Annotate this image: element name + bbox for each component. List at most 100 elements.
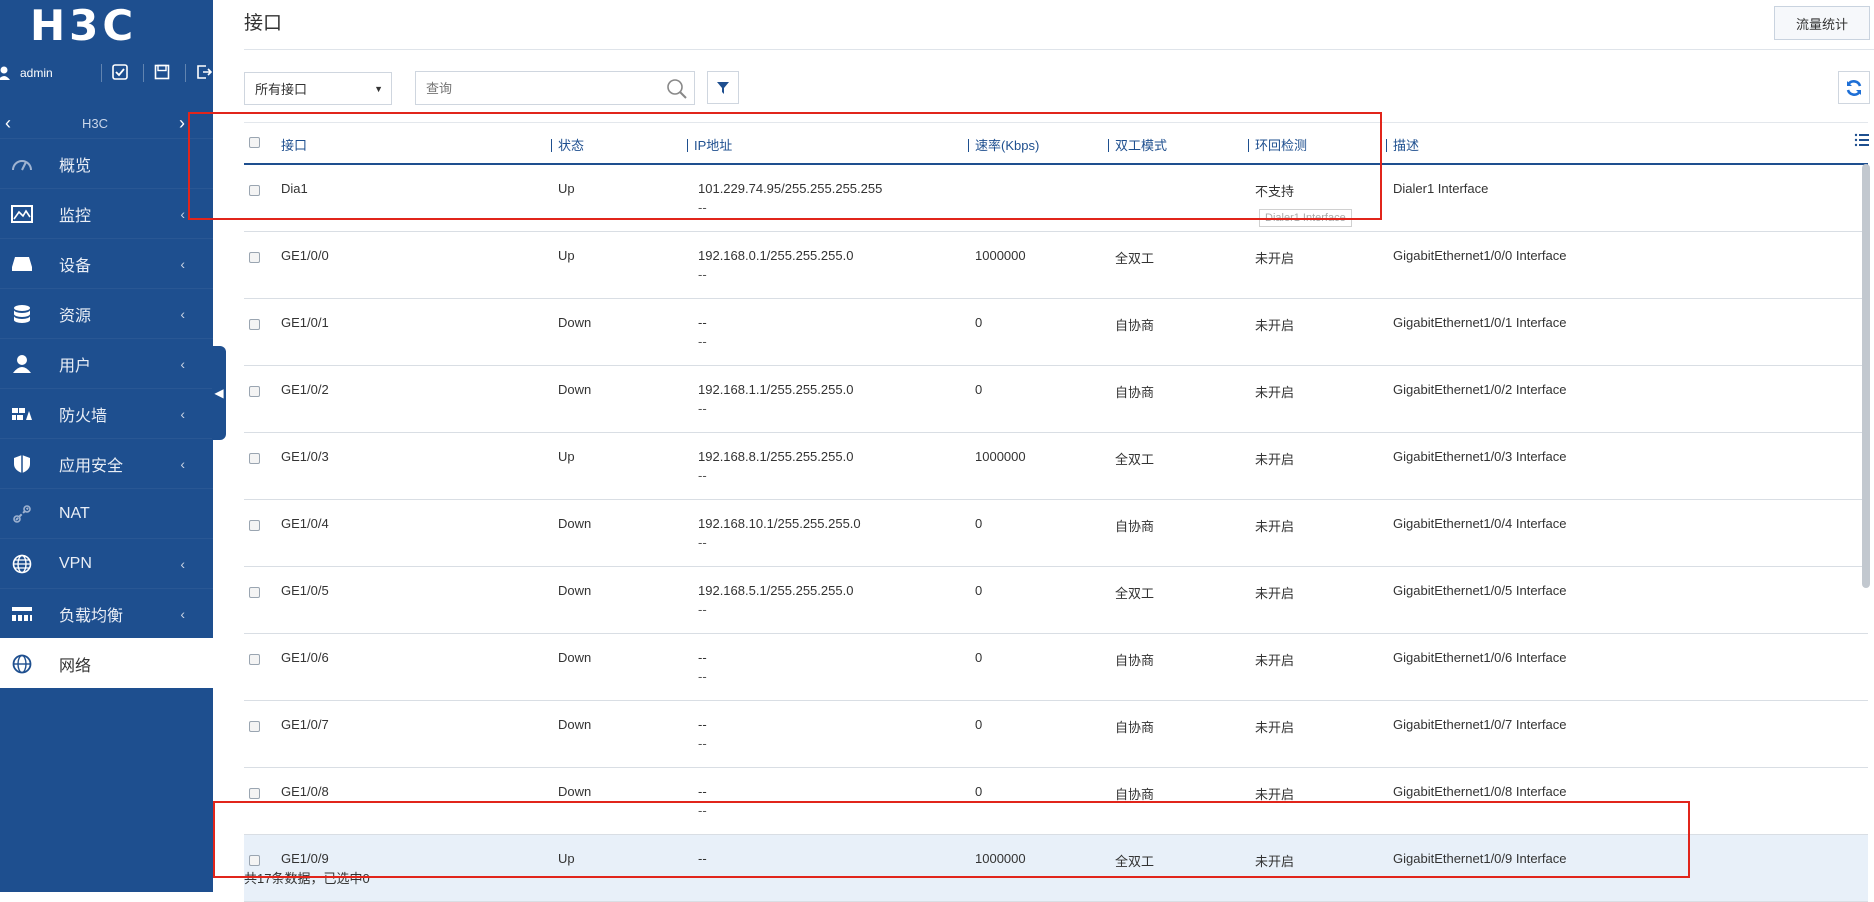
cell-duplex: 自协商 <box>1115 385 1155 400</box>
cell-loopback: 未开启 <box>1255 452 1295 467</box>
column-header-description[interactable]: 描述 <box>1386 135 1419 154</box>
dashboard-icon <box>10 152 34 176</box>
cell-rate: 1000000 <box>975 248 1026 263</box>
refresh-icon <box>1846 79 1862 96</box>
search-box[interactable] <box>415 71 695 105</box>
table-row[interactable]: GE1/0/3 Up 192.168.8.1/255.255.255.0 -- 1000… <box>244 433 1868 500</box>
cell-duplex: 自协商 <box>1115 720 1155 735</box>
sidebar-item-user[interactable]: 用户 ‹ <box>0 338 213 388</box>
refresh-button[interactable] <box>1838 71 1870 104</box>
cell-loopback: 未开启 <box>1255 519 1295 534</box>
table-row[interactable]: GE1/0/6 Down -- -- 0 自协商 未开启 GigabitEthernet1/0… <box>244 634 1868 701</box>
chevron-left-icon: ‹ <box>180 305 185 322</box>
cell-status: Down <box>558 382 592 397</box>
cell-ip: 192.168.5.1/255.255.255.0 -- <box>698 583 854 617</box>
row-checkbox[interactable] <box>249 654 260 665</box>
page-title: 接口 <box>244 13 283 34</box>
sidebar-item-app-security[interactable]: 应用安全 ‹ <box>0 438 213 488</box>
sidebar-item-vpn[interactable]: VPN ‹ <box>0 538 213 588</box>
row-checkbox[interactable] <box>249 788 260 799</box>
save-config-check-icon[interactable] <box>100 64 129 82</box>
chevron-left-icon[interactable]: ‹ <box>0 113 16 134</box>
cell-desc: GigabitEthernet1/0/8 Interface <box>1393 784 1567 799</box>
sidebar-collapse-toggle[interactable]: ◀ <box>212 346 226 440</box>
row-checkbox[interactable] <box>249 520 260 531</box>
sidebar-item-load-balance[interactable]: 负载均衡 ‹ <box>0 588 213 638</box>
globe-icon <box>10 552 34 576</box>
user-avatar-icon[interactable] <box>0 66 10 80</box>
cell-name: GE1/0/2 <box>281 382 329 397</box>
logout-icon[interactable] <box>184 64 213 82</box>
save-icon[interactable] <box>142 64 171 82</box>
search-icon[interactable] <box>666 78 688 100</box>
cell-status: Down <box>558 650 592 665</box>
row-checkbox[interactable] <box>249 319 260 330</box>
divider <box>244 49 1874 50</box>
sidebar: H3C admin ‹ H3C › 概览 监控 ‹ 设备 ‹ 资源 ‹ 用户 ‹… <box>0 0 213 892</box>
sidebar-item-monitor[interactable]: 监控 ‹ <box>0 188 213 238</box>
cell-rate: 0 <box>975 784 983 799</box>
sidebar-item-nat[interactable]: NAT <box>0 488 213 538</box>
interface-filter-select[interactable]: 所有接口 ▼ <box>244 72 392 105</box>
shield-icon <box>10 452 34 476</box>
sidebar-item-resource[interactable]: 资源 ‹ <box>0 288 213 338</box>
firewall-icon <box>10 402 34 426</box>
cell-ip: -- -- <box>698 717 707 751</box>
sidebar-item-overview[interactable]: 概览 <box>0 138 213 188</box>
cell-loopback: 未开启 <box>1255 251 1295 266</box>
cell-ip: -- -- <box>698 650 707 684</box>
cell-name: GE1/0/3 <box>281 449 329 464</box>
cell-loopback: 未开启 <box>1255 318 1295 333</box>
cell-name: GE1/0/5 <box>281 583 329 598</box>
device-name: H3C <box>81 115 108 131</box>
cell-duplex: 自协商 <box>1115 653 1155 668</box>
chevron-left-icon: ‹ <box>180 355 185 372</box>
cell-name: GE1/0/4 <box>281 516 329 531</box>
cell-status: Up <box>558 449 575 464</box>
table-row[interactable]: GE1/0/7 Down -- -- 0 自协商 未开启 GigabitEthernet1/0… <box>244 701 1868 768</box>
cell-desc: GigabitEthernet1/0/6 Interface <box>1393 650 1567 665</box>
cell-duplex: 全双工 <box>1115 586 1155 601</box>
filter-icon <box>717 81 729 94</box>
cell-duplex: 全双工 <box>1115 251 1155 266</box>
table-scrollbar[interactable] <box>1862 164 1870 588</box>
cell-rate: 0 <box>975 516 983 531</box>
cell-status: Down <box>558 784 592 799</box>
row-checkbox[interactable] <box>249 587 260 598</box>
table-row[interactable]: GE1/0/5 Down 192.168.5.1/255.255.255.0 -- 0 全… <box>244 567 1868 634</box>
monitor-icon <box>10 202 34 226</box>
table-row[interactable]: GE1/0/1 Down -- -- 0 自协商 未开启 GigabitEthernet1/0… <box>244 299 1868 366</box>
row-checkbox[interactable] <box>249 252 260 263</box>
cell-desc: GigabitEthernet1/0/5 Interface <box>1393 583 1567 598</box>
advanced-filter-button[interactable] <box>707 71 739 104</box>
cell-ip: 192.168.0.1/255.255.255.0 -- <box>698 248 854 282</box>
interfaces-table: 接口 状态 IP地址 速率(Kbps) 双工模式 环回检测 描述 Dia1 Up 1… <box>244 122 1870 902</box>
cell-ip: 192.168.8.1/255.255.255.0 -- <box>698 449 854 483</box>
row-checkbox[interactable] <box>249 386 260 397</box>
cell-loopback: 未开启 <box>1255 385 1295 400</box>
traffic-stats-button[interactable]: 流量统计 <box>1774 6 1870 40</box>
column-settings-icon[interactable] <box>1854 133 1870 149</box>
cell-duplex: 自协商 <box>1115 318 1155 333</box>
cell-desc: Dialer1 Interface <box>1393 181 1489 196</box>
table-row[interactable]: GE1/0/2 Down 192.168.1.1/255.255.255.0 -- 0 自… <box>244 366 1868 433</box>
username[interactable]: admin <box>20 66 87 80</box>
table-row[interactable]: GE1/0/0 Up 192.168.0.1/255.255.255.0 -- 1000… <box>244 232 1868 299</box>
cell-loopback: 未开启 <box>1255 720 1295 735</box>
row-checkbox[interactable] <box>249 721 260 732</box>
chevron-left-icon: ‹ <box>180 455 185 472</box>
search-input[interactable] <box>424 72 658 104</box>
sidebar-item-device[interactable]: 设备 ‹ <box>0 238 213 288</box>
table-row[interactable]: GE1/0/4 Down 192.168.10.1/255.255.255.0 -- 0… <box>244 500 1868 567</box>
cell-name: GE1/0/0 <box>281 248 329 263</box>
cell-desc: GigabitEthernet1/0/1 Interface <box>1393 315 1567 330</box>
highlight-box-header-dia1 <box>188 112 1382 220</box>
sidebar-item-firewall[interactable]: 防火墙 ‹ <box>0 388 213 438</box>
cell-rate: 0 <box>975 650 983 665</box>
row-checkbox[interactable] <box>249 453 260 464</box>
sidebar-item-network[interactable]: 网络 <box>0 638 213 688</box>
cell-duplex: 自协商 <box>1115 519 1155 534</box>
cell-rate: 0 <box>975 717 983 732</box>
cell-name: GE1/0/8 <box>281 784 329 799</box>
cell-ip: 192.168.1.1/255.255.255.0 -- <box>698 382 854 416</box>
